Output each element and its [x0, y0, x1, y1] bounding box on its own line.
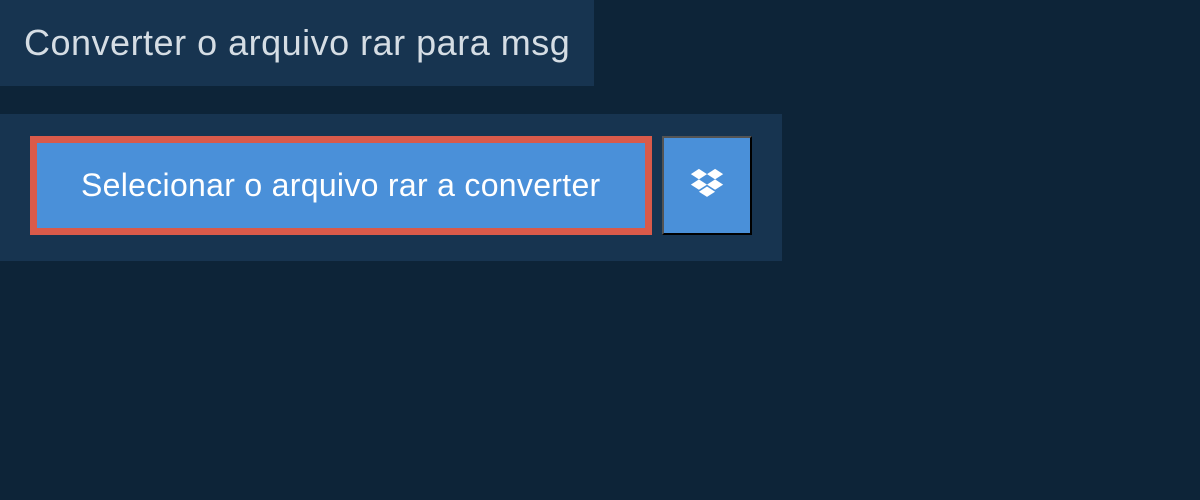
header-panel: Converter o arquivo rar para msg: [0, 0, 594, 86]
page-title: Converter o arquivo rar para msg: [24, 22, 570, 64]
dropbox-button[interactable]: [662, 136, 752, 235]
button-row: Selecionar o arquivo rar a converter: [30, 136, 752, 235]
select-file-button[interactable]: Selecionar o arquivo rar a converter: [30, 136, 652, 235]
dropbox-icon: [688, 167, 726, 205]
upload-panel: Selecionar o arquivo rar a converter: [0, 114, 782, 261]
